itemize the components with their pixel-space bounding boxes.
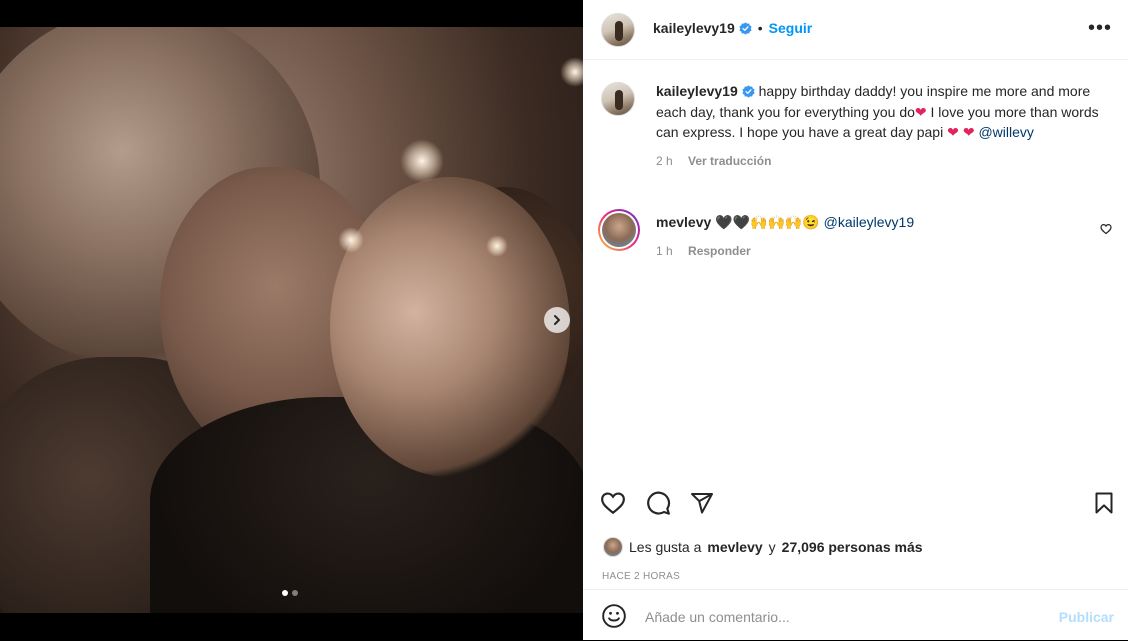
caption-meta: 2 h Ver traducción (656, 151, 1106, 172)
heart-emoji: ❤ (962, 124, 975, 140)
chevron-right-icon (554, 315, 560, 325)
heart-icon[interactable] (1100, 223, 1112, 235)
next-media-button[interactable] (544, 307, 570, 333)
carousel-indicator (282, 590, 298, 596)
emoji-icon[interactable] (601, 603, 627, 629)
caption-avatar[interactable] (601, 82, 635, 116)
caption-mention[interactable]: @willevy (978, 124, 1033, 140)
photo-light (338, 227, 364, 253)
bookmark-icon[interactable] (1092, 490, 1116, 516)
photo-light (400, 139, 444, 183)
comment-item: mevlevy 🖤🖤🙌🙌🙌😉 @kaileylevy19 1 h Respond… (598, 209, 1118, 269)
post-timestamp[interactable]: HACE 2 HORAS (602, 571, 680, 582)
comment-emojis: 🖤🖤🙌🙌🙌😉 (715, 214, 820, 230)
likes-summary: Les gusta a mevlevy y 27,096 personas má… (603, 537, 923, 557)
comment-text: mevlevy 🖤🖤🙌🙌🙌😉 @kaileylevy19 (656, 212, 914, 233)
post-header: kaileylevy19 • Seguir ••• (583, 0, 1128, 60)
post-side-panel: kaileylevy19 • Seguir ••• kaileylevy19 h… (583, 0, 1128, 640)
heart-icon[interactable] (600, 490, 626, 516)
author-avatar[interactable] (601, 13, 635, 47)
verified-badge-icon (742, 85, 755, 98)
reply-button[interactable]: Responder (688, 244, 751, 258)
comment-age[interactable]: 1 h (656, 244, 673, 258)
comment-username[interactable]: mevlevy (656, 214, 711, 230)
verified-badge-icon (739, 21, 752, 35)
commenter-avatar[interactable] (598, 209, 640, 251)
caption-username[interactable]: kaileylevy19 (656, 83, 738, 99)
photo-light (486, 235, 508, 257)
likes-user[interactable]: mevlevy (707, 539, 762, 555)
publish-button[interactable]: Publicar (1059, 609, 1114, 625)
likes-others[interactable]: 27,096 personas más (782, 539, 923, 555)
more-options-icon[interactable]: ••• (1088, 18, 1112, 38)
header-identity: kaileylevy19 • Seguir (653, 20, 812, 36)
post-photo[interactable] (0, 27, 583, 613)
liker-avatar[interactable] (603, 537, 623, 557)
likes-connector: y (768, 539, 776, 555)
photo-region-child (330, 177, 570, 477)
follow-button[interactable]: Seguir (769, 20, 813, 36)
likes-prefix: Les gusta a (629, 539, 702, 555)
heart-emoji: ❤ (947, 124, 959, 140)
comment-input[interactable]: Añade un comentario... (645, 609, 790, 625)
action-bar (583, 484, 1128, 522)
comment-meta: 1 h Responder (656, 244, 751, 258)
comment-mention[interactable]: @kaileylevy19 (824, 214, 914, 230)
caption-age[interactable]: 2 h (656, 154, 673, 168)
author-username[interactable]: kaileylevy19 (653, 20, 735, 36)
translate-link[interactable]: Ver traducción (688, 154, 771, 168)
photo-light (560, 57, 583, 87)
post-media (0, 0, 583, 640)
carousel-dot (292, 590, 298, 596)
caption-text: kaileylevy19 happy birthday daddy! you i… (656, 81, 1106, 171)
share-icon[interactable] (690, 491, 714, 515)
header-separator: • (757, 20, 763, 36)
comment-icon[interactable] (645, 490, 671, 516)
carousel-dot-active (282, 590, 288, 596)
comment-composer: Añade un comentario... Publicar (583, 589, 1128, 641)
heart-emoji: ❤ (914, 103, 927, 120)
